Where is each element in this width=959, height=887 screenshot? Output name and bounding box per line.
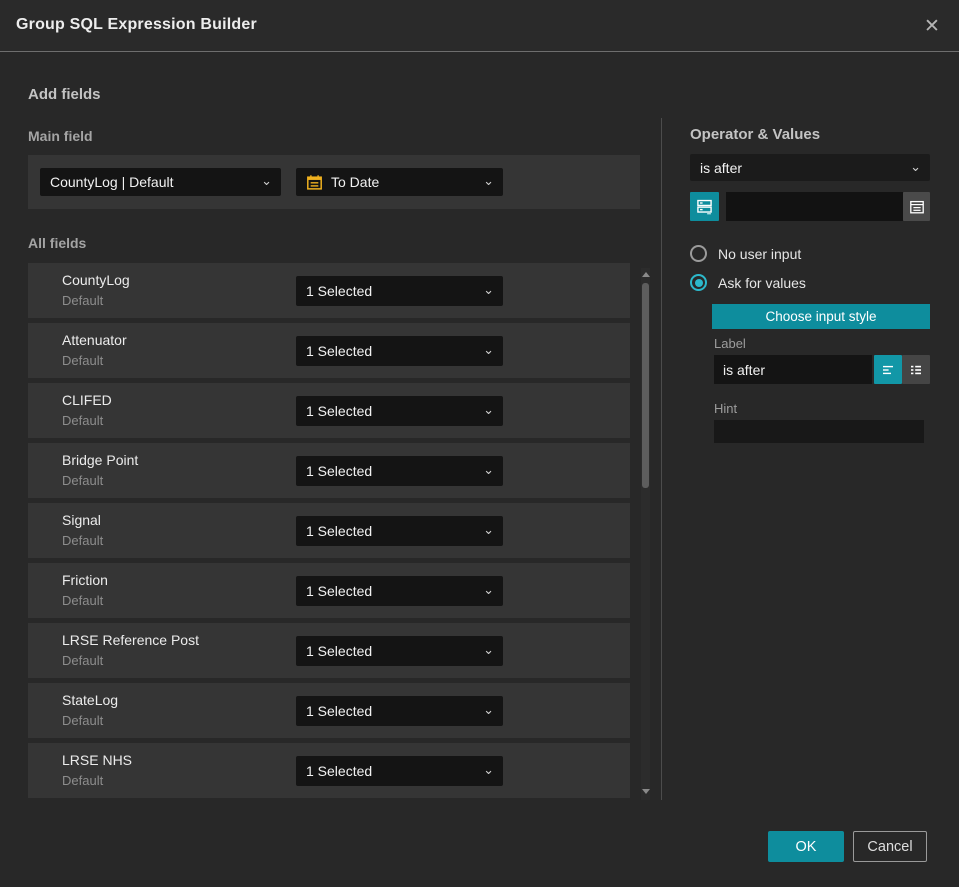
field-selection-select[interactable]: 1 Selected ⌄	[296, 696, 503, 726]
operator-select-value: is after	[700, 159, 743, 176]
field-name: Friction	[62, 572, 108, 588]
field-subtitle: Default	[62, 593, 104, 608]
calendar-icon	[909, 200, 924, 213]
field-name: Attenuator	[62, 332, 127, 348]
field-row: LRSE NHS Default 1 Selected ⌄	[28, 743, 630, 798]
field-subtitle: Default	[62, 473, 104, 488]
set-value-mode-button[interactable]	[690, 192, 719, 221]
chevron-down-icon: ⌄	[483, 173, 494, 189]
single-line-input-style-button[interactable]	[874, 355, 902, 384]
main-field-panel: CountyLog | Default ⌄ To Date ⌄	[28, 155, 640, 209]
hint-input[interactable]	[714, 420, 924, 443]
chevron-down-icon: ⌄	[483, 762, 494, 778]
field-name: StateLog	[62, 692, 119, 708]
field-row: Bridge Point Default 1 Selected ⌄	[28, 443, 630, 498]
add-fields-heading: Add fields	[28, 86, 101, 103]
chevron-down-icon: ⌄	[483, 702, 494, 718]
field-selection-value: 1 Selected	[306, 463, 373, 479]
field-selection-value: 1 Selected	[306, 763, 373, 779]
all-fields-heading: All fields	[28, 235, 87, 251]
chevron-down-icon: ⌄	[483, 462, 494, 478]
field-selection-value: 1 Selected	[306, 283, 373, 299]
chevron-down-icon: ⌄	[483, 522, 494, 538]
field-selection-value: 1 Selected	[306, 343, 373, 359]
main-field-select-value: CountyLog | Default	[50, 174, 174, 190]
field-subtitle: Default	[62, 533, 104, 548]
field-selection-select[interactable]: 1 Selected ⌄	[296, 756, 503, 786]
dialog-header: Group SQL Expression Builder ✕	[0, 0, 959, 52]
field-name: CLIFED	[62, 392, 112, 408]
field-selection-select[interactable]: 1 Selected ⌄	[296, 516, 503, 546]
field-row: Friction Default 1 Selected ⌄	[28, 563, 630, 618]
chevron-down-icon: ⌄	[483, 402, 494, 418]
label-input[interactable]	[714, 355, 872, 384]
field-row: LRSE Reference Post Default 1 Selected ⌄	[28, 623, 630, 678]
scrollbar-up-arrow[interactable]	[642, 272, 650, 277]
close-icon[interactable]: ✕	[919, 13, 945, 39]
chevron-down-icon: ⌄	[261, 173, 272, 189]
list-input-style-button[interactable]	[902, 355, 930, 384]
field-row: Signal Default 1 Selected ⌄	[28, 503, 630, 558]
field-selection-select[interactable]: 1 Selected ⌄	[296, 276, 503, 306]
operator-values-heading: Operator & Values	[690, 126, 821, 143]
radio-no-user-input[interactable]: No user input	[690, 245, 801, 262]
calendar-icon	[307, 174, 322, 190]
field-name: CountyLog	[62, 272, 130, 288]
field-selection-select[interactable]: 1 Selected ⌄	[296, 636, 503, 666]
field-selection-value: 1 Selected	[306, 583, 373, 599]
date-picker-button[interactable]	[903, 192, 930, 221]
date-type-select[interactable]: To Date ⌄	[296, 168, 503, 196]
field-name: LRSE NHS	[62, 752, 133, 768]
field-row: CLIFED Default 1 Selected ⌄	[28, 383, 630, 438]
bulleted-list-icon	[911, 365, 921, 374]
align-left-icon	[883, 365, 893, 374]
field-selection-value: 1 Selected	[306, 643, 373, 659]
chevron-down-icon: ⌄	[910, 159, 921, 175]
date-value-input[interactable]	[726, 192, 903, 221]
field-subtitle: Default	[62, 413, 104, 428]
ok-button[interactable]: OK	[768, 831, 844, 862]
label-caption: Label	[714, 336, 746, 351]
field-selection-select[interactable]: 1 Selected ⌄	[296, 576, 503, 606]
radio-selected-icon	[690, 274, 707, 291]
field-subtitle: Default	[62, 353, 104, 368]
dialog-title: Group SQL Expression Builder	[16, 16, 257, 33]
field-row: Attenuator Default 1 Selected ⌄	[28, 323, 630, 378]
group-sql-expression-builder-dialog: Group SQL Expression Builder ✕ Add field…	[0, 0, 959, 887]
scrollbar-down-arrow[interactable]	[642, 789, 650, 794]
cancel-button[interactable]: Cancel	[853, 831, 927, 862]
field-subtitle: Default	[62, 653, 104, 668]
field-name: Signal	[62, 512, 101, 528]
field-subtitle: Default	[62, 773, 104, 788]
field-row: CountyLog Default 1 Selected ⌄	[28, 263, 630, 318]
field-row: StateLog Default 1 Selected ⌄	[28, 683, 630, 738]
field-selection-select[interactable]: 1 Selected ⌄	[296, 456, 503, 486]
operator-select[interactable]: is after ⌄	[690, 154, 930, 181]
chevron-down-icon: ⌄	[483, 342, 494, 358]
field-selection-value: 1 Selected	[306, 703, 373, 719]
main-field-heading: Main field	[28, 128, 93, 144]
field-selection-value: 1 Selected	[306, 403, 373, 419]
vertical-divider	[661, 118, 662, 800]
chevron-down-icon: ⌄	[483, 282, 494, 298]
main-field-select[interactable]: CountyLog | Default ⌄	[40, 168, 281, 196]
field-selection-select[interactable]: 1 Selected ⌄	[296, 336, 503, 366]
date-type-select-value: To Date	[331, 174, 380, 190]
hint-caption: Hint	[714, 401, 738, 416]
field-name: LRSE Reference Post	[62, 632, 199, 648]
field-subtitle: Default	[62, 713, 104, 728]
radio-label: No user input	[718, 245, 802, 262]
field-name: Bridge Point	[62, 452, 139, 468]
radio-label: Ask for values	[718, 274, 806, 291]
chevron-down-icon: ⌄	[483, 582, 494, 598]
radio-circle-icon	[690, 245, 707, 262]
list-scrollbar-thumb[interactable]	[642, 283, 649, 488]
stacked-input-icon	[697, 199, 712, 215]
radio-ask-for-values[interactable]: Ask for values	[690, 274, 806, 291]
field-selection-value: 1 Selected	[306, 523, 373, 539]
field-selection-select[interactable]: 1 Selected ⌄	[296, 396, 503, 426]
chevron-down-icon: ⌄	[483, 642, 494, 658]
field-subtitle: Default	[62, 293, 104, 308]
choose-input-style-button[interactable]: Choose input style	[712, 304, 930, 329]
